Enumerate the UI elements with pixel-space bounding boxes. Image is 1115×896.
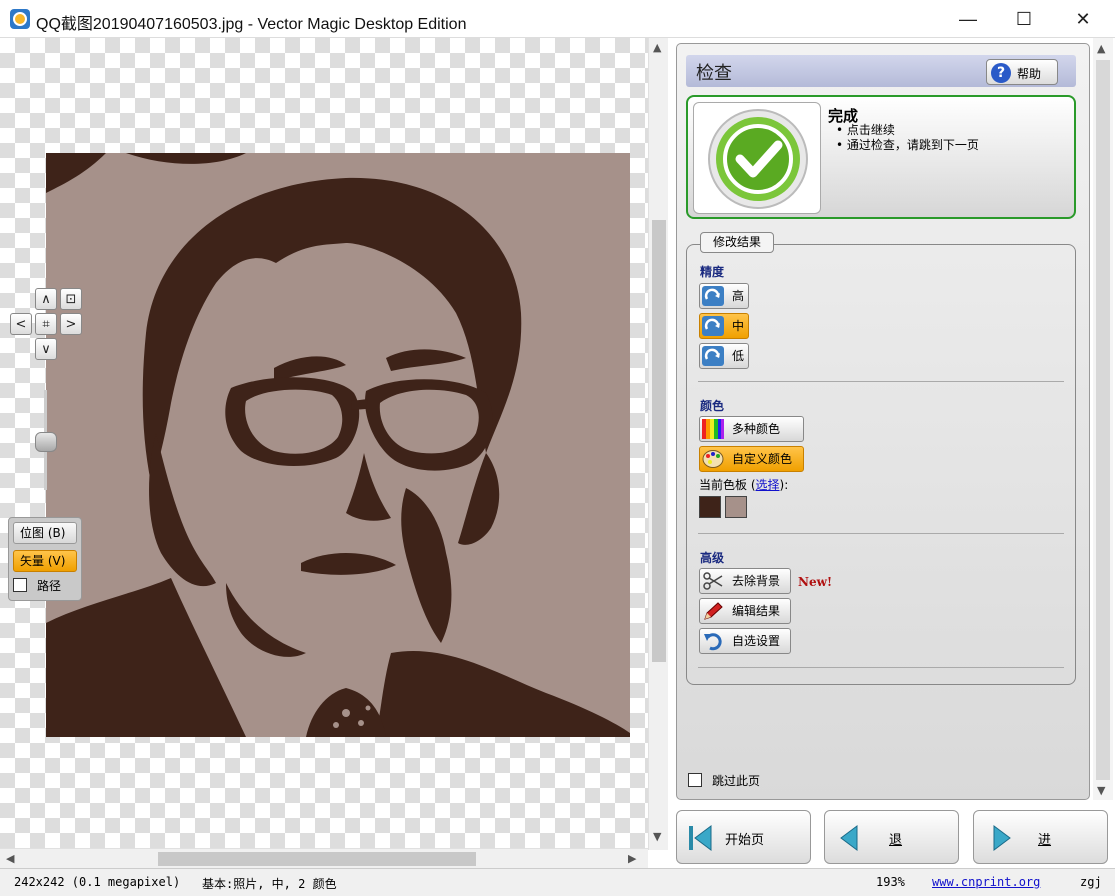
palette-label: 当前色板 ( [699,478,756,492]
custom-settings-button[interactable]: 自选设置 [699,628,791,654]
skip-page-checkbox[interactable] [688,773,702,787]
pencil-icon [704,602,723,620]
pan-left-button[interactable]: < [10,313,32,335]
forward-label: 进 [1038,833,1052,848]
precision-low-button[interactable]: 低 [699,343,749,369]
view-mode-panel: 位图 (B) 矢量 (V) 路径 [8,517,82,601]
settings-summary: 基本:照片, 中, 2 颜色 [202,877,337,891]
panel-scrollbar[interactable]: ▲ ▼ [1093,38,1113,800]
scissors-icon [703,572,723,590]
scroll-down-icon[interactable]: ▼ [1097,784,1105,797]
help-icon: ? [991,63,1011,83]
done-list: 点击继续 通过检查，请跳到下一页 [836,123,979,153]
panel-header: 检查 ? 帮助 [686,55,1076,87]
bitmap-view-button[interactable]: 位图 (B) [13,522,77,544]
palette-line: 当前色板 (选择): [699,476,788,493]
start-page-button[interactable]: 开始页 [676,810,811,864]
precision-medium-button[interactable]: 中 [699,313,749,339]
back-arrow-icon [840,825,858,851]
title-bar: QQ截图20190407160503.jpg - Vector Magic De… [0,0,1115,38]
vector-view-button[interactable]: 矢量 (V) [13,550,77,572]
back-button[interactable]: 退 [824,810,959,864]
app-icon [10,9,30,29]
pan-down-button[interactable]: ∨ [35,338,57,360]
canvas-vertical-scrollbar[interactable]: ▲ ▼ [648,38,668,850]
forward-button[interactable]: 进 [973,810,1108,864]
undo-arrow-icon [704,633,722,651]
scroll-left-icon[interactable]: ◀ [6,852,14,865]
precision-heading: 精度 [700,265,725,279]
done-item: 点击继续 [836,123,979,138]
start-icon [689,825,712,851]
start-page-label: 开始页 [725,833,765,848]
divider [698,667,1064,668]
forward-arrow-icon [993,825,1011,851]
custom-settings-label: 自选设置 [732,634,781,648]
help-label: 帮助 [1017,67,1042,81]
palette-swatch-dark[interactable] [699,496,721,518]
done-box[interactable]: 完成 点击继续 通过检查，请跳到下一页 [686,95,1076,219]
edit-result-label: 编辑结果 [732,604,781,618]
remove-background-label: 去除背景 [732,574,781,588]
center-button[interactable]: ⌗ [35,313,57,335]
help-button[interactable]: ? 帮助 [986,59,1058,85]
redo-icon [702,286,724,306]
palette-swatch-light[interactable] [725,496,747,518]
done-item: 通过检查，请跳到下一页 [836,138,979,153]
redo-icon [702,346,724,366]
precision-high-label: 高 [732,289,745,303]
palette-label-end: ): [779,478,789,492]
zoom-fit-button[interactable]: ⊡ [60,288,82,310]
scroll-up-icon[interactable]: ▲ [1097,42,1105,55]
multi-color-button[interactable]: 多种颜色 [699,416,804,442]
custom-color-label: 自定义颜色 [732,452,793,466]
divider [698,533,1064,534]
zoom-slider-thumb[interactable] [35,432,57,452]
scroll-right-icon[interactable]: ▶ [628,852,636,865]
colors-heading: 颜色 [700,399,725,413]
page-title: 检查 [696,63,732,84]
status-bar: 242x242 (0.1 megapixel) 基本:照片, 中, 2 颜色 1… [0,868,1115,896]
precision-medium-label: 中 [732,319,745,333]
advanced-heading: 高级 [700,551,725,565]
skip-page-label: 跳过此页 [712,774,761,788]
paths-label: 路径 [37,579,62,593]
redo-icon [702,316,724,336]
remove-background-button[interactable]: 去除背景 [699,568,791,594]
scroll-thumb[interactable] [158,852,476,866]
pan-up-button[interactable]: ∧ [35,288,57,310]
modify-results-legend: 修改结果 [700,232,774,253]
scroll-thumb[interactable] [652,220,666,662]
window-title: QQ截图20190407160503.jpg - Vector Magic De… [36,16,467,33]
scroll-down-icon[interactable]: ▼ [653,830,661,843]
scroll-up-icon[interactable]: ▲ [653,41,661,54]
edit-result-button[interactable]: 编辑结果 [699,598,791,624]
pan-right-button[interactable]: > [60,313,82,335]
vectorized-image [46,153,630,737]
user-label: zgj [1080,875,1102,889]
close-button[interactable]: ✕ [1060,0,1106,38]
maximize-button[interactable]: ☐ [1001,0,1047,38]
back-label: 退 [889,833,903,848]
scroll-thumb[interactable] [1096,60,1110,780]
multi-color-label: 多种颜色 [732,422,781,436]
rainbow-palette-icon [702,419,724,439]
divider [698,381,1064,382]
check-frame [693,102,821,214]
canvas-horizontal-scrollbar[interactable]: ◀ ▶ [0,848,648,868]
image-canvas[interactable] [0,38,648,850]
precision-high-button[interactable]: 高 [699,283,749,309]
palette-select-link[interactable]: 选择 [756,478,780,492]
paint-palette-icon [702,450,724,468]
checkmark-icon [708,109,808,209]
paths-checkbox[interactable] [13,578,27,592]
custom-color-button[interactable]: 自定义颜色 [699,446,804,472]
minimize-button[interactable]: — [945,0,991,38]
image-dimensions: 242x242 (0.1 megapixel) [14,875,181,889]
zoom-level: 193% [876,875,905,889]
website-link[interactable]: www.cnprint.org [932,875,1040,889]
new-badge: New! [798,575,833,589]
precision-low-label: 低 [732,349,745,363]
